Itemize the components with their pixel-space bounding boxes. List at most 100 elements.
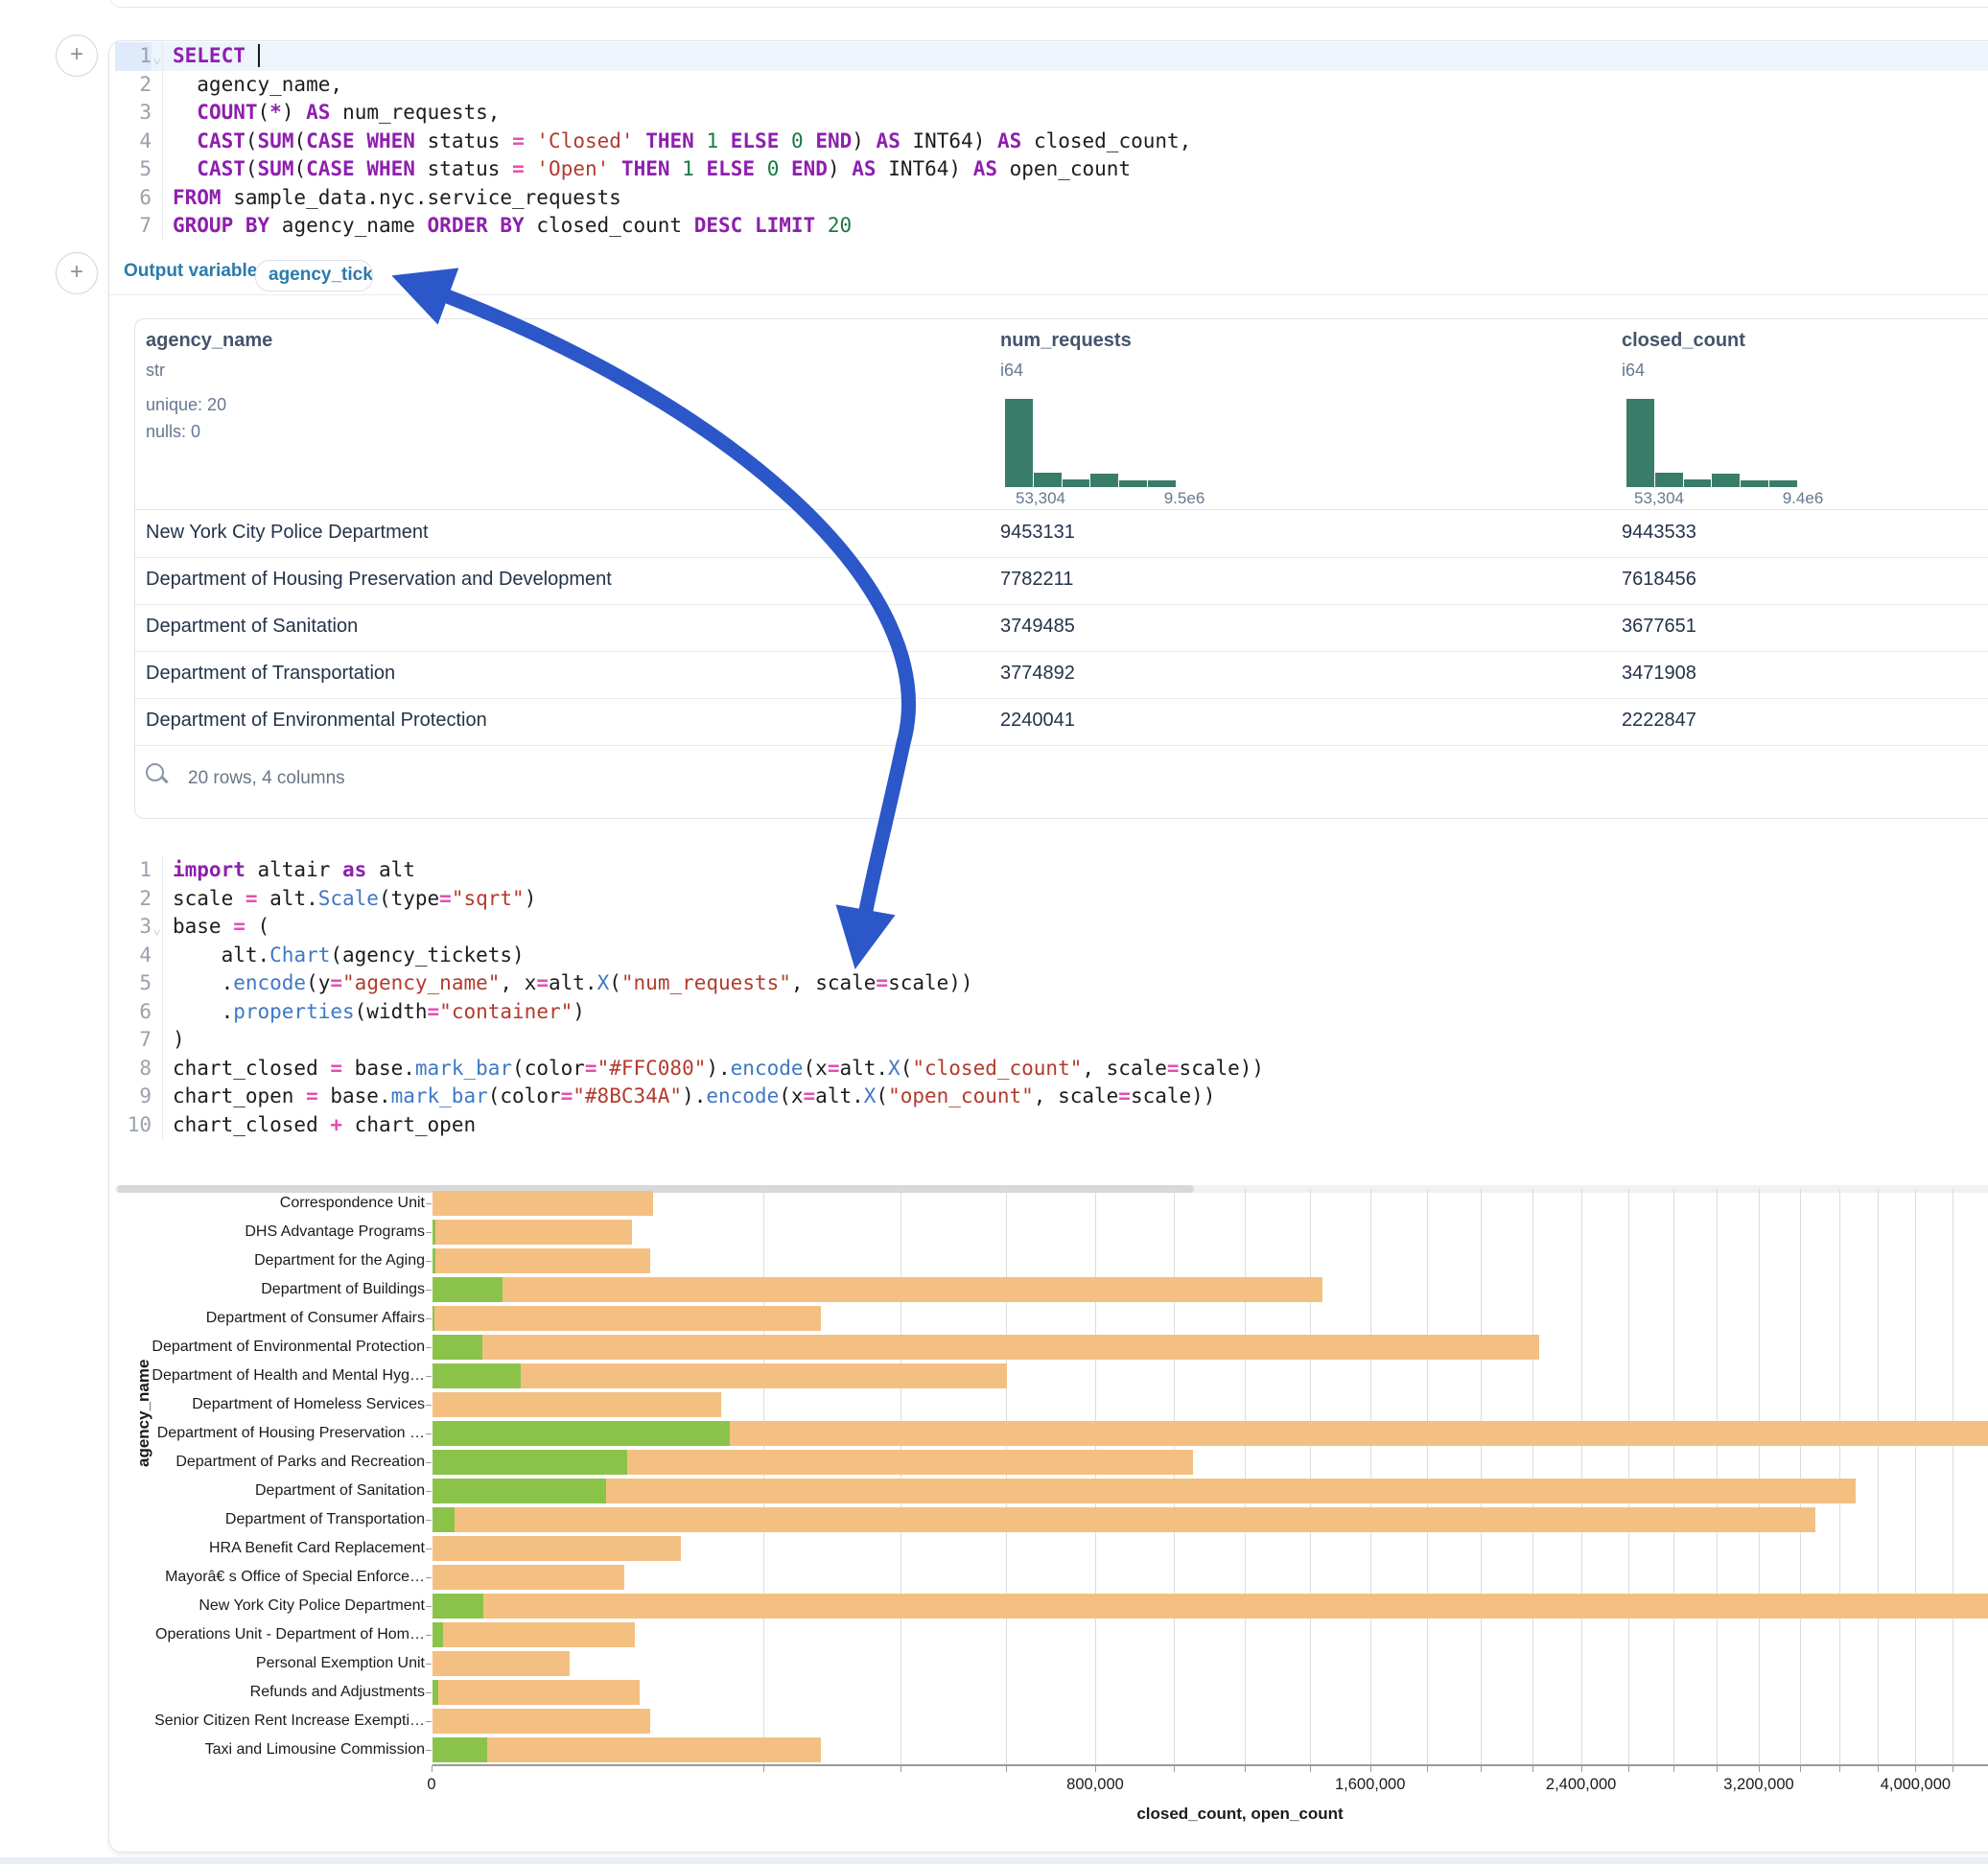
column-type-agency-name: str (146, 361, 165, 381)
line-number: 2 (115, 885, 152, 914)
y-axis-label: Correspondence Unit (110, 1194, 425, 1213)
column-header-agency-name[interactable]: agency_name (146, 330, 272, 352)
code-text: .properties(width="container") (163, 998, 585, 1027)
x-axis-tick (1673, 1765, 1674, 1772)
table-row[interactable]: Department of Housing Preservation and D… (135, 557, 1988, 605)
bar-closed-count (433, 1392, 721, 1417)
gridline (1915, 1189, 1916, 1764)
code-line[interactable]: 1import altair as alt (115, 856, 1988, 885)
y-axis-label: Mayorâ€ s Office of Special Enforce… (110, 1568, 425, 1587)
table-row[interactable]: Department of Transportation377489234719… (135, 651, 1988, 699)
x-axis-tick-label: 800,000 (1066, 1776, 1124, 1794)
gutter-divider (152, 1055, 163, 1083)
histogram-bar (1034, 473, 1062, 487)
bar-closed-count (433, 1335, 1539, 1360)
bar-closed-count (433, 1248, 650, 1273)
code-line[interactable]: 6FROM sample_data.nyc.service_requests (115, 184, 1988, 213)
y-axis-label: New York City Police Department (110, 1596, 425, 1616)
code-line[interactable]: 5 CAST(SUM(CASE WHEN status = 'Open' THE… (115, 155, 1988, 184)
gridline (1245, 1189, 1246, 1764)
code-line[interactable]: 3 COUNT(*) AS num_requests, (115, 99, 1988, 128)
bar-open-count (433, 1622, 443, 1647)
add-cell-button-top[interactable]: + (56, 35, 98, 77)
bar-open-count (433, 1680, 438, 1705)
gridline (1095, 1189, 1096, 1764)
code-line[interactable]: 6 .properties(width="container") (115, 998, 1988, 1027)
search-icon-handle (161, 777, 168, 783)
y-axis-label: Department of Housing Preservation … (110, 1424, 425, 1443)
histogram-bar (1148, 480, 1176, 487)
gutter-divider (152, 998, 163, 1027)
y-axis-tick (426, 1261, 432, 1262)
x-axis-tick-label: 0 (427, 1776, 435, 1794)
code-line[interactable]: 2scale = alt.Scale(type="sqrt") (115, 885, 1988, 914)
y-axis-label: Department of Environmental Protection (110, 1338, 425, 1357)
table-row[interactable]: Department of Sanitation37494853677651 (135, 604, 1988, 652)
line-number: 8 (115, 1055, 152, 1083)
bar-open-count (433, 1306, 434, 1331)
plus-icon: + (70, 259, 83, 285)
gutter-divider (152, 969, 163, 998)
gutter-divider (152, 128, 163, 156)
gridline (1878, 1189, 1879, 1764)
gutter-divider (152, 71, 163, 100)
table-row[interactable]: New York City Police Department945313194… (135, 510, 1988, 558)
histogram-num-requests (1005, 399, 1176, 487)
gridline (1481, 1189, 1482, 1764)
code-text: GROUP BY agency_name ORDER BY closed_cou… (163, 212, 852, 241)
code-line[interactable]: 7) (115, 1026, 1988, 1055)
x-axis-tick-label: 4,000,000 (1881, 1776, 1951, 1794)
bar-open-count (433, 1220, 435, 1245)
line-number: 1 (115, 42, 152, 71)
line-number: 4 (115, 128, 152, 156)
gridline (1800, 1189, 1801, 1764)
column-header-num-requests[interactable]: num_requests (1000, 330, 1132, 352)
output-variable-input[interactable]: agency_tickets (255, 260, 373, 291)
y-axis-label: Department of Buildings (110, 1280, 425, 1299)
python-code-editor[interactable]: 1import altair as alt2scale = alt.Scale(… (115, 856, 1988, 1139)
code-text: chart_closed = base.mark_bar(color="#FFC… (163, 1055, 1264, 1083)
bar-closed-count (433, 1191, 653, 1216)
x-axis-tick (1427, 1765, 1428, 1772)
gridline (1717, 1189, 1718, 1764)
notebook-page: { "colors":{"accent_blue":"#2b7bab","arr… (0, 0, 1988, 1864)
code-line[interactable]: ˅3base = ( (115, 913, 1988, 942)
y-axis-label: Department of Transportation (110, 1510, 425, 1529)
bar-closed-count (433, 1594, 1988, 1619)
line-number: 1 (115, 856, 152, 885)
code-scrollbar-thumb[interactable] (117, 1185, 1194, 1193)
next-cell-edge (0, 1857, 1988, 1864)
code-line[interactable]: 5 .encode(y="agency_name", x=alt.X("num_… (115, 969, 1988, 998)
y-axis-label: Department of Health and Mental Hyg… (110, 1366, 425, 1386)
code-text: SELECT (163, 42, 260, 71)
code-line[interactable]: 8 chart_closed = base.mark_bar(color="#FF… (115, 1055, 1988, 1083)
histogram-bar (1684, 479, 1712, 487)
add-cell-button-output[interactable]: + (56, 252, 98, 294)
x-axis-tick (432, 1765, 433, 1772)
code-line[interactable]: 2 agency_name, (115, 71, 1988, 100)
table-search-button[interactable] (146, 763, 171, 788)
code-line[interactable]: 4 CAST(SUM(CASE WHEN status = 'Closed' T… (115, 128, 1988, 156)
code-text: COUNT(*) AS num_requests, (163, 99, 500, 128)
code-scrollbar-track[interactable] (115, 1185, 1988, 1193)
histogram-bar (1090, 474, 1118, 487)
code-text: CAST(SUM(CASE WHEN status = 'Open' THEN … (163, 155, 1131, 184)
x-axis-line (433, 1764, 1988, 1766)
table-row[interactable]: Department of Environmental Protection22… (135, 698, 1988, 746)
sql-code-editor[interactable]: ˅1SELECT 2 agency_name,3 COUNT(*) AS num… (115, 42, 1988, 241)
code-line[interactable]: ˅1SELECT (115, 42, 1988, 71)
x-axis-tick (1532, 1765, 1533, 1772)
code-line[interactable]: 7 GROUP BY agency_name ORDER BY closed_co… (115, 212, 1988, 241)
line-number: 7 (115, 212, 152, 241)
x-axis-tick (1628, 1765, 1629, 1772)
y-axis-label: Operations Unit - Department of Hom… (110, 1625, 425, 1644)
column-header-closed-count[interactable]: closed_count (1622, 330, 1745, 352)
code-line[interactable]: 10chart_closed + chart_open (115, 1111, 1988, 1140)
code-line[interactable]: 9chart_open = base.mark_bar(color="#8BC3… (115, 1083, 1988, 1111)
x-axis-tick (1310, 1765, 1311, 1772)
histogram-bar (1063, 479, 1090, 487)
code-text: alt.Chart(agency_tickets) (163, 942, 525, 970)
code-line[interactable]: 4 alt.Chart(agency_tickets) (115, 942, 1988, 970)
x-axis-tick (1717, 1765, 1718, 1772)
table-cell: 3749485 (1000, 616, 1075, 638)
